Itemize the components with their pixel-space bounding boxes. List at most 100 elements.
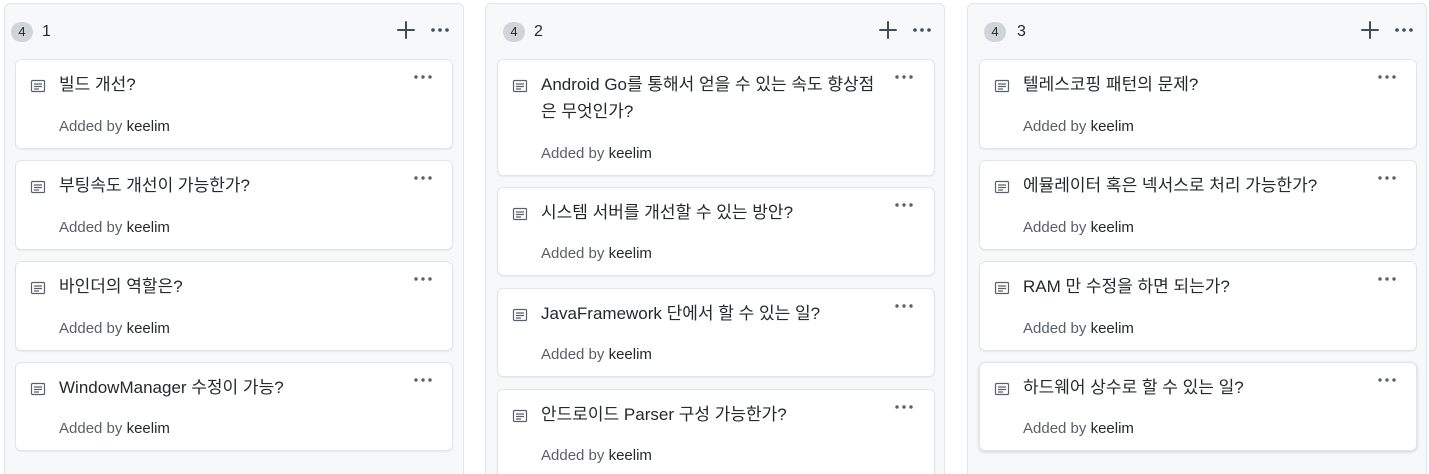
card-menu-button[interactable] xyxy=(893,295,915,317)
kebab-horizontal-icon xyxy=(1378,75,1396,79)
added-by-label: Added by xyxy=(1023,118,1087,135)
column-title[interactable]: 1 xyxy=(42,22,51,42)
card-title: 시스템 서버를 개선할 수 있는 방안? xyxy=(541,203,794,222)
card-menu-button[interactable] xyxy=(1376,167,1398,189)
author-link[interactable]: keelim xyxy=(609,145,652,162)
card-count-badge: 4 xyxy=(984,22,1006,42)
added-by-label: Added by xyxy=(59,320,123,337)
author-link[interactable]: keelim xyxy=(1091,320,1134,337)
card-menu-button[interactable] xyxy=(1376,66,1398,88)
note-card[interactable]: WindowManager 수정이 가능? Added by keelim xyxy=(15,362,453,451)
kebab-horizontal-icon xyxy=(1378,277,1396,281)
card-menu-button[interactable] xyxy=(1376,268,1398,290)
author-link[interactable]: keelim xyxy=(127,118,170,135)
note-icon xyxy=(30,180,46,194)
author-link[interactable]: keelim xyxy=(609,447,652,464)
card-title: Android Go를 통해서 얻을 수 있는 속도 향상점은 무엇인가? xyxy=(541,75,875,121)
note-card[interactable]: 에뮬레이터 혹은 넥서스로 처리 가능한가? Added by keelim xyxy=(979,160,1417,250)
card-title: JavaFramework 단에서 할 수 있는 일? xyxy=(541,304,821,323)
column-header: 4 3 xyxy=(968,4,1426,59)
added-by-label: Added by xyxy=(541,245,605,262)
card-menu-button[interactable] xyxy=(412,167,434,189)
column-menu-button[interactable] xyxy=(428,17,452,43)
note-icon xyxy=(30,382,46,396)
note-card[interactable]: 텔레스코핑 패턴의 문제? Added by keelim xyxy=(979,59,1417,149)
card-menu-button[interactable] xyxy=(1376,369,1398,391)
card-title: 안드로이드 Parser 구성 가능한가? xyxy=(541,405,787,424)
column-header: 4 1 xyxy=(5,4,463,59)
plus-icon xyxy=(397,21,415,39)
kebab-horizontal-icon xyxy=(913,28,931,32)
card-meta: Added by keelim xyxy=(541,346,652,364)
note-icon xyxy=(994,79,1010,93)
card-title: 텔레스코핑 패턴의 문제? xyxy=(1023,75,1199,94)
author-link[interactable]: keelim xyxy=(1091,118,1134,135)
kebab-horizontal-icon xyxy=(895,203,913,207)
card-count-badge: 4 xyxy=(11,22,33,42)
note-card[interactable]: 하드웨어 상수로 할 수 있는 일? Added by keelim xyxy=(979,362,1417,451)
note-card[interactable]: RAM 만 수정을 하면 되는가? Added by keelim xyxy=(979,261,1417,351)
card-menu-button[interactable] xyxy=(893,396,915,418)
card-meta: Added by keelim xyxy=(541,245,652,263)
column-header: 4 2 xyxy=(486,4,944,59)
kebab-horizontal-icon xyxy=(895,75,913,79)
note-card[interactable]: 빌드 개선? Added by keelim xyxy=(15,59,453,149)
card-meta: Added by keelim xyxy=(1023,420,1134,438)
column-menu-button[interactable] xyxy=(1392,17,1416,43)
card-meta: Added by keelim xyxy=(59,219,170,237)
add-card-button[interactable] xyxy=(876,17,900,43)
note-card[interactable]: Android Go를 통해서 얻을 수 있는 속도 향상점은 무엇인가? Ad… xyxy=(497,59,935,176)
note-icon xyxy=(512,207,528,221)
added-by-label: Added by xyxy=(541,346,605,363)
author-link[interactable]: keelim xyxy=(1091,420,1134,437)
add-card-button[interactable] xyxy=(1358,17,1382,43)
note-icon xyxy=(512,79,528,93)
card-meta: Added by keelim xyxy=(59,320,170,338)
card-title: 빌드 개선? xyxy=(59,75,136,94)
note-card[interactable]: 시스템 서버를 개선할 수 있는 방안? Added by keelim xyxy=(497,187,935,276)
plus-icon xyxy=(1361,21,1379,39)
card-menu-button[interactable] xyxy=(412,369,434,391)
note-card[interactable]: 안드로이드 Parser 구성 가능한가? Added by keelim xyxy=(497,389,935,474)
note-icon xyxy=(30,79,46,93)
kebab-horizontal-icon xyxy=(1378,176,1396,180)
column-title[interactable]: 2 xyxy=(534,22,543,42)
card-menu-button[interactable] xyxy=(412,268,434,290)
added-by-label: Added by xyxy=(59,420,123,437)
card-menu-button[interactable] xyxy=(893,194,915,216)
card-menu-button[interactable] xyxy=(893,66,915,88)
card-meta: Added by keelim xyxy=(541,145,652,163)
author-link[interactable]: keelim xyxy=(609,245,652,262)
column-3: 4 3 텔레스코핑 패턴의 문제? Added by keelim 에뮬레이터 … xyxy=(967,3,1427,474)
kebab-horizontal-icon xyxy=(1378,378,1396,382)
author-link[interactable]: keelim xyxy=(609,346,652,363)
card-title: RAM 만 수정을 하면 되는가? xyxy=(1023,277,1230,296)
added-by-label: Added by xyxy=(59,219,123,236)
author-link[interactable]: keelim xyxy=(127,420,170,437)
card-meta: Added by keelim xyxy=(1023,320,1134,338)
card-title: WindowManager 수정이 가능? xyxy=(59,378,284,397)
column-title[interactable]: 3 xyxy=(1017,22,1026,42)
added-by-label: Added by xyxy=(1023,320,1087,337)
column-menu-button[interactable] xyxy=(910,17,934,43)
author-link[interactable]: keelim xyxy=(127,320,170,337)
card-menu-button[interactable] xyxy=(412,66,434,88)
note-icon xyxy=(512,308,528,322)
added-by-label: Added by xyxy=(59,118,123,135)
card-title: 부팅속도 개선이 가능한가? xyxy=(59,176,250,195)
kebab-horizontal-icon xyxy=(414,75,432,79)
note-card[interactable]: 바인더의 역할은? Added by keelim xyxy=(15,261,453,351)
note-card[interactable]: JavaFramework 단에서 할 수 있는 일? Added by kee… xyxy=(497,288,935,377)
note-icon xyxy=(994,382,1010,396)
author-link[interactable]: keelim xyxy=(127,219,170,236)
kebab-horizontal-icon xyxy=(414,277,432,281)
note-card[interactable]: 부팅속도 개선이 가능한가? Added by keelim xyxy=(15,160,453,250)
author-link[interactable]: keelim xyxy=(1091,219,1134,236)
add-card-button[interactable] xyxy=(394,17,418,43)
plus-icon xyxy=(879,21,897,39)
card-title: 하드웨어 상수로 할 수 있는 일? xyxy=(1023,378,1244,397)
added-by-label: Added by xyxy=(541,145,605,162)
card-meta: Added by keelim xyxy=(59,420,170,438)
column-1: 4 1 빌드 개선? Added by keelim 부팅속도 개선이 가능한가… xyxy=(4,3,464,474)
card-meta: Added by keelim xyxy=(1023,219,1134,237)
